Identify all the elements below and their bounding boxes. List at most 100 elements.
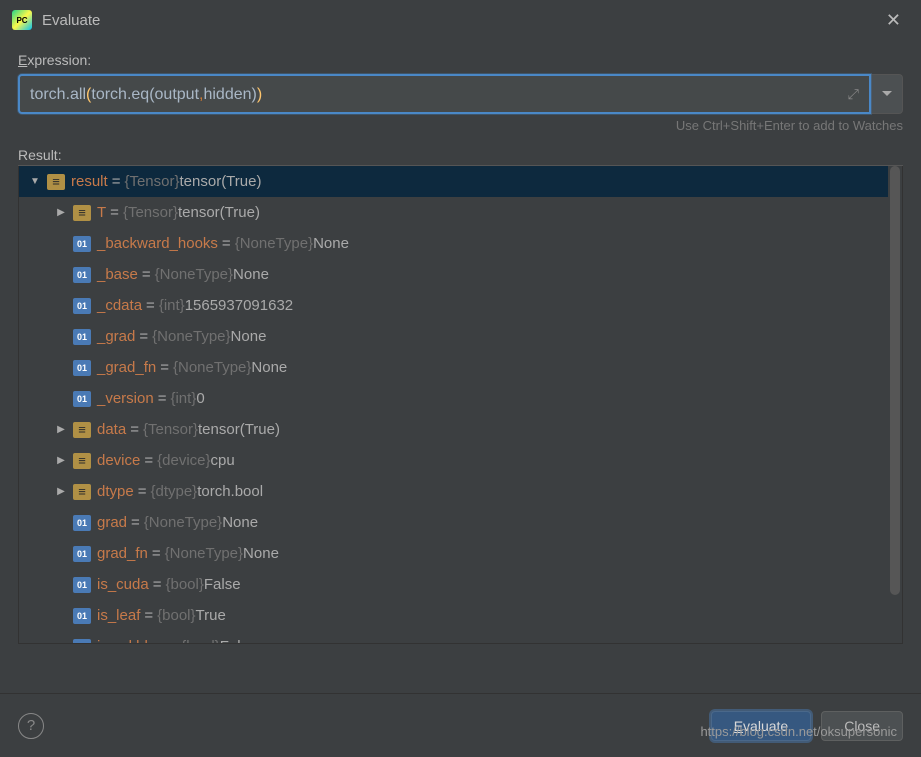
expand-arrow-icon[interactable] xyxy=(27,176,43,187)
primitive-icon xyxy=(73,391,91,407)
variable-name: grad_fn xyxy=(97,545,148,562)
variable-value: None xyxy=(233,266,269,283)
expression-input[interactable]: torch.all(torch.eq(output,hidden))⤢ xyxy=(18,74,871,114)
variable-name: result xyxy=(71,173,108,190)
variable-value: None xyxy=(251,359,287,376)
titlebar: Evaluate ✕ xyxy=(0,0,921,40)
variable-value: 1565937091632 xyxy=(185,297,293,314)
tree-row[interactable]: _cdata = {int} 1565937091632 xyxy=(19,290,902,321)
variable-name: grad xyxy=(97,514,127,531)
primitive-icon xyxy=(73,329,91,345)
expand-arrow-icon[interactable] xyxy=(53,207,69,218)
type-hint: {bool} xyxy=(181,638,219,644)
variable-value: torch.bool xyxy=(197,483,263,500)
variable-name: T xyxy=(97,204,106,221)
variable-name: data xyxy=(97,421,126,438)
variable-value: cpu xyxy=(211,452,235,469)
primitive-icon xyxy=(73,608,91,624)
variable-value: None xyxy=(222,514,258,531)
object-icon xyxy=(47,174,65,190)
variable-value: 0 xyxy=(196,390,204,407)
tree-row[interactable]: T = {Tensor} tensor(True) xyxy=(19,197,902,228)
primitive-icon xyxy=(73,577,91,593)
variable-name: dtype xyxy=(97,483,134,500)
type-hint: {NoneType} xyxy=(144,514,222,531)
result-label: Result: xyxy=(18,147,903,166)
window-title: Evaluate xyxy=(42,12,878,29)
primitive-icon xyxy=(73,639,91,645)
evaluate-button[interactable]: Evaluate xyxy=(711,711,812,741)
tree-row[interactable]: dtype = {dtype} torch.bool xyxy=(19,476,902,507)
scrollbar-thumb[interactable] xyxy=(890,166,900,595)
help-button[interactable]: ? xyxy=(18,713,44,739)
tree-row[interactable]: _grad = {NoneType} None xyxy=(19,321,902,352)
expand-icon[interactable]: ⤢ xyxy=(848,86,859,103)
variable-name: is_leaf xyxy=(97,607,140,624)
tree-row[interactable]: _backward_hooks = {NoneType} None xyxy=(19,228,902,259)
variable-value: True xyxy=(196,607,226,624)
type-hint: {bool} xyxy=(165,576,203,593)
type-hint: {NoneType} xyxy=(165,545,243,562)
tree-row[interactable]: _grad_fn = {NoneType} None xyxy=(19,352,902,383)
variable-name: _version xyxy=(97,390,154,407)
primitive-icon xyxy=(73,298,91,314)
tree-row[interactable]: is_mkldnn = {bool} False xyxy=(19,631,902,644)
tree-row[interactable]: data = {Tensor} tensor(True) xyxy=(19,414,902,445)
expression-history-dropdown[interactable] xyxy=(871,74,903,114)
type-hint: {Tensor} xyxy=(123,204,178,221)
primitive-icon xyxy=(73,267,91,283)
tree-row[interactable]: grad = {NoneType} None xyxy=(19,507,902,538)
expression-label: Expression: xyxy=(18,52,903,68)
variable-value: tensor(True) xyxy=(178,204,260,221)
type-hint: {NoneType} xyxy=(173,359,251,376)
footer: ? Evaluate Close xyxy=(0,693,921,757)
variable-value: tensor(True) xyxy=(180,173,262,190)
type-hint: {bool} xyxy=(157,607,195,624)
variable-name: is_mkldnn xyxy=(97,638,165,644)
result-tree[interactable]: result = {Tensor} tensor(True)T = {Tenso… xyxy=(18,166,903,644)
tree-row[interactable]: _version = {int} 0 xyxy=(19,383,902,414)
tree-row[interactable]: _base = {NoneType} None xyxy=(19,259,902,290)
variable-name: _grad xyxy=(97,328,135,345)
primitive-icon xyxy=(73,546,91,562)
variable-name: _backward_hooks xyxy=(97,235,218,252)
hint-text: Use Ctrl+Shift+Enter to add to Watches xyxy=(18,118,903,133)
variable-value: False xyxy=(220,638,257,644)
expand-arrow-icon[interactable] xyxy=(53,455,69,466)
object-icon xyxy=(73,422,91,438)
type-hint: {NoneType} xyxy=(235,235,313,252)
primitive-icon xyxy=(73,515,91,531)
tree-row[interactable]: is_leaf = {bool} True xyxy=(19,600,902,631)
type-hint: {NoneType} xyxy=(152,328,230,345)
variable-value: tensor(True) xyxy=(198,421,280,438)
type-hint: {Tensor} xyxy=(124,173,179,190)
type-hint: {NoneType} xyxy=(155,266,233,283)
object-icon xyxy=(73,484,91,500)
type-hint: {device} xyxy=(157,452,210,469)
tree-row[interactable]: is_cuda = {bool} False xyxy=(19,569,902,600)
variable-name: _cdata xyxy=(97,297,142,314)
object-icon xyxy=(73,205,91,221)
close-button[interactable]: Close xyxy=(821,711,903,741)
close-icon[interactable]: ✕ xyxy=(878,6,909,35)
type-hint: {Tensor} xyxy=(143,421,198,438)
tree-row[interactable]: device = {device} cpu xyxy=(19,445,902,476)
variable-name: _base xyxy=(97,266,138,283)
expand-arrow-icon[interactable] xyxy=(53,424,69,435)
tree-row[interactable]: grad_fn = {NoneType} None xyxy=(19,538,902,569)
variable-value: None xyxy=(243,545,279,562)
type-hint: {dtype} xyxy=(150,483,197,500)
variable-name: _grad_fn xyxy=(97,359,156,376)
primitive-icon xyxy=(73,360,91,376)
variable-name: device xyxy=(97,452,140,469)
tree-row[interactable]: result = {Tensor} tensor(True) xyxy=(19,166,902,197)
type-hint: {int} xyxy=(159,297,185,314)
variable-value: None xyxy=(313,235,349,252)
expand-arrow-icon[interactable] xyxy=(53,486,69,497)
scrollbar[interactable] xyxy=(888,166,902,643)
primitive-icon xyxy=(73,236,91,252)
variable-value: None xyxy=(231,328,267,345)
object-icon xyxy=(73,453,91,469)
type-hint: {int} xyxy=(170,390,196,407)
variable-value: False xyxy=(204,576,241,593)
